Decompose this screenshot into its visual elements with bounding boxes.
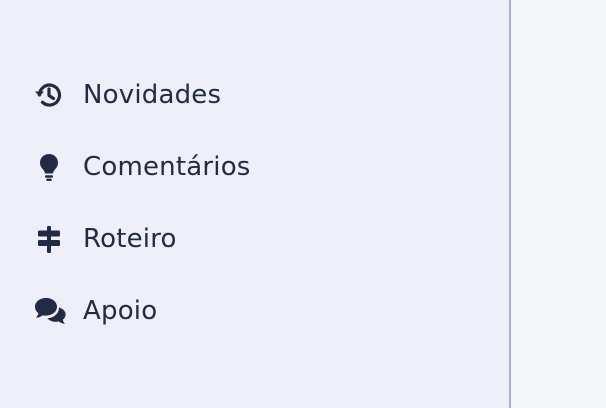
lightbulb-icon bbox=[33, 150, 83, 184]
app-window: Novidades Comentários Roteiro Apoio bbox=[0, 0, 606, 408]
sidebar-item-label: Novidades bbox=[83, 80, 222, 110]
signpost-icon bbox=[33, 222, 83, 256]
sidebar-item-label: Comentários bbox=[83, 152, 251, 182]
sidebar-menu: Novidades Comentários Roteiro Apoio bbox=[33, 76, 251, 330]
history-icon bbox=[33, 78, 83, 112]
sidebar-item-novidades[interactable]: Novidades bbox=[33, 76, 251, 114]
chat-bubbles-icon bbox=[33, 294, 83, 328]
sidebar-item-label: Apoio bbox=[83, 296, 158, 326]
main-content bbox=[513, 0, 606, 408]
sidebar-item-apoio[interactable]: Apoio bbox=[33, 292, 251, 330]
sidebar-item-label: Roteiro bbox=[83, 224, 177, 254]
sidebar-item-roteiro[interactable]: Roteiro bbox=[33, 220, 251, 258]
sidebar: Novidades Comentários Roteiro Apoio bbox=[0, 0, 511, 408]
sidebar-item-comentarios[interactable]: Comentários bbox=[33, 148, 251, 186]
